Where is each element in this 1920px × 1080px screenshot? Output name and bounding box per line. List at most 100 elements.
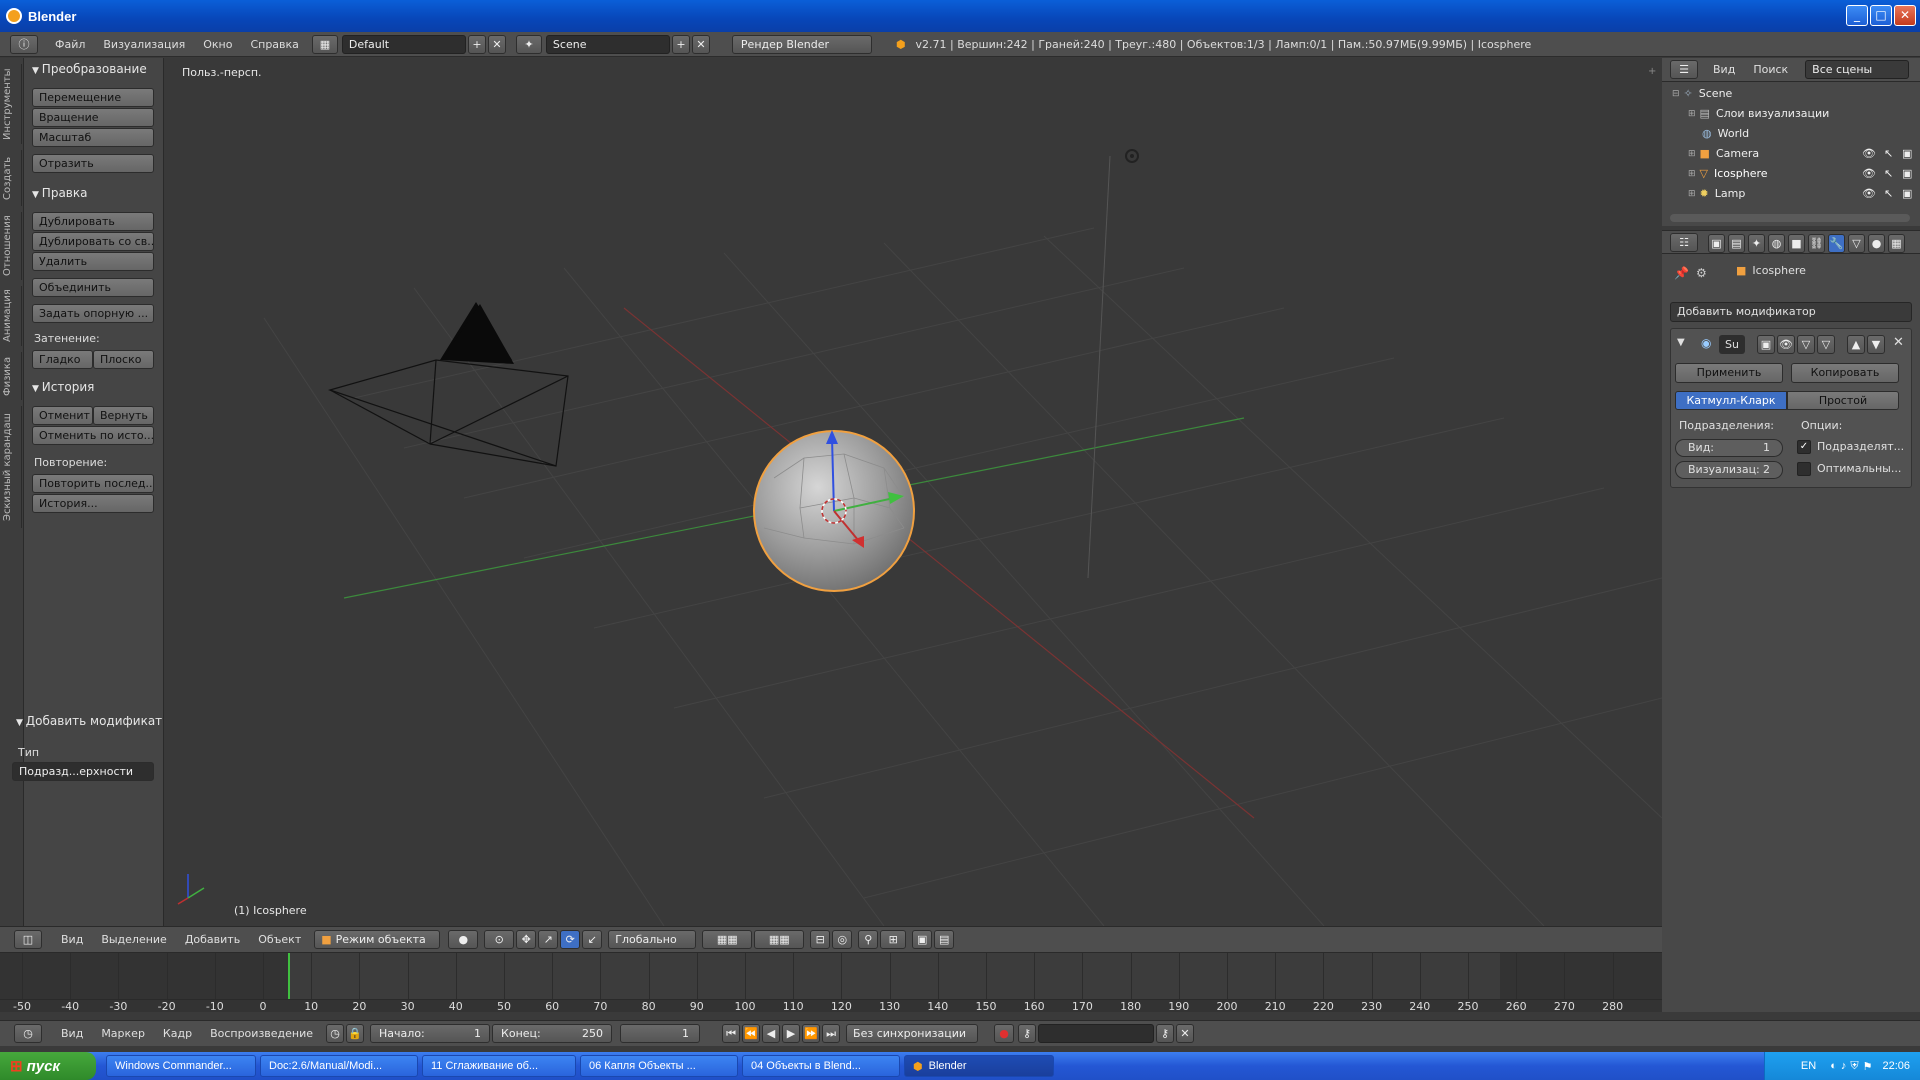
remove-modifier-icon[interactable]: ✕ bbox=[1893, 335, 1904, 350]
layers-grid-2[interactable]: ▦▦ bbox=[754, 930, 805, 949]
timeline-menu-frame[interactable]: Кадр bbox=[154, 1027, 201, 1040]
panel-history-title[interactable]: История bbox=[32, 380, 95, 394]
insert-keyframe-icon[interactable]: ⚷ bbox=[1156, 1024, 1175, 1043]
subdivide-uvs-checkbox[interactable]: ✓ bbox=[1797, 440, 1811, 454]
duplicate-button[interactable]: Дублировать bbox=[32, 212, 154, 231]
outliner-editor-icon[interactable]: ☰ bbox=[1670, 60, 1698, 79]
data-tab-icon[interactable]: ▽ bbox=[1848, 234, 1865, 253]
timeline-menu-marker[interactable]: Маркер bbox=[92, 1027, 154, 1040]
tray-app-icon[interactable]: ⚑ bbox=[1863, 1060, 1873, 1073]
scene-remove-icon[interactable]: ✕ bbox=[691, 34, 710, 54]
optimal-display-checkbox[interactable] bbox=[1797, 462, 1811, 476]
viewport-canvas[interactable] bbox=[164, 58, 1662, 926]
undo-button[interactable]: Отменит bbox=[32, 406, 93, 425]
menu-file[interactable]: Файл bbox=[46, 38, 94, 51]
translate-button[interactable]: Перемещение bbox=[32, 88, 154, 107]
tray-network-icon[interactable]: ◐ bbox=[1830, 1060, 1837, 1072]
start-button[interactable]: ⊞ пуск bbox=[0, 1052, 96, 1080]
tab-grease-pencil[interactable]: Эскизный карандаш bbox=[2, 406, 22, 528]
scene-icon[interactable]: ✦ bbox=[515, 34, 542, 54]
taskbar-item-blender[interactable]: ⬢ Blender bbox=[904, 1055, 1054, 1077]
delete-keyframe-icon[interactable]: ✕ bbox=[1176, 1024, 1195, 1043]
jump-prev-key-icon[interactable]: ⏪ bbox=[742, 1024, 761, 1043]
mode-select[interactable]: ■ Режим объекта bbox=[314, 930, 441, 949]
close-button[interactable]: ✕ bbox=[1894, 5, 1916, 26]
tray-sound-icon[interactable]: ♪ bbox=[1841, 1060, 1847, 1072]
set-origin-button[interactable]: Задать опорную ... bbox=[32, 304, 154, 323]
orientation-select[interactable]: Глобально bbox=[608, 930, 697, 949]
expand-icon[interactable]: ⊞ bbox=[1688, 169, 1696, 179]
play-reverse-icon[interactable]: ◀ bbox=[762, 1024, 781, 1043]
expand-icon[interactable]: ⊞ bbox=[1688, 109, 1696, 119]
scene-field[interactable]: Scene bbox=[545, 34, 670, 54]
layer-lock-icon[interactable]: ⊟ bbox=[810, 930, 831, 949]
outliner-item-icosphere[interactable]: ⊞ ▽ Icosphere 👁 ↖ ▣ bbox=[1662, 164, 1920, 183]
modifier-type-select[interactable]: Подразд...ерхности bbox=[12, 762, 154, 781]
show-render-icon[interactable]: ▣ bbox=[1757, 335, 1775, 354]
3d-viewport[interactable]: Польз.-персп. (1) Icosphere + bbox=[164, 58, 1662, 926]
visibility-eye-icon[interactable]: 👁 bbox=[1862, 187, 1876, 200]
object-tab-icon[interactable]: ■ bbox=[1788, 234, 1805, 253]
proportional-edit-icon[interactable]: ◎ bbox=[832, 930, 853, 949]
move-down-icon[interactable]: ▼ bbox=[1867, 335, 1885, 354]
menu-help[interactable]: Справка bbox=[241, 38, 307, 51]
rotate-manipulator[interactable]: ⟳ bbox=[560, 930, 581, 949]
flat-button[interactable]: Плоско bbox=[93, 350, 154, 369]
show-editmode-icon[interactable]: ▽ bbox=[1797, 335, 1815, 354]
layers-grid-1[interactable]: ▦▦ bbox=[702, 930, 753, 949]
outliner-menu-search[interactable]: Поиск bbox=[1744, 63, 1797, 76]
maximize-button[interactable]: □ bbox=[1870, 5, 1892, 26]
taskbar-item-commander[interactable]: Windows Commander... bbox=[106, 1055, 256, 1077]
undo-history-button[interactable]: Отменить по исто... bbox=[32, 426, 154, 445]
minimize-button[interactable]: _ bbox=[1846, 5, 1868, 26]
layout-add-icon[interactable]: + bbox=[467, 34, 486, 54]
auto-keying-icon[interactable]: ● bbox=[994, 1024, 1015, 1043]
scene-add-icon[interactable]: + bbox=[671, 34, 690, 54]
mirror-button[interactable]: Отразить bbox=[32, 154, 154, 173]
view3d-menu-view[interactable]: Вид bbox=[52, 933, 92, 946]
start-frame-field[interactable]: Начало: 1 bbox=[370, 1024, 491, 1043]
outliner-filter-select[interactable]: Все сцены bbox=[1805, 60, 1910, 79]
redo-button[interactable]: Вернуть bbox=[93, 406, 154, 425]
rotate-button[interactable]: Вращение bbox=[32, 108, 154, 127]
add-modifier-select[interactable]: Добавить модификатор bbox=[1670, 302, 1912, 322]
catmull-clark-toggle[interactable]: Катмулл-Кларк bbox=[1675, 391, 1787, 410]
timeline-editor-icon[interactable]: ◷ bbox=[14, 1024, 42, 1043]
menu-render[interactable]: Визуализация bbox=[94, 38, 194, 51]
join-button[interactable]: Объединить bbox=[32, 278, 154, 297]
show-cage-icon[interactable]: ▽ bbox=[1817, 335, 1835, 354]
history-button[interactable]: История... bbox=[32, 494, 154, 513]
opengl-anim-icon[interactable]: ▤ bbox=[934, 930, 955, 949]
panel-operator-title[interactable]: Добавить модификат bbox=[16, 714, 166, 728]
apply-button[interactable]: Применить bbox=[1675, 363, 1783, 383]
repeat-last-button[interactable]: Повторить послед... bbox=[32, 474, 154, 493]
snap-toggle-icon[interactable]: ⚲ bbox=[858, 930, 879, 949]
taskbar-item-objects[interactable]: 04 Объекты в Blend... bbox=[742, 1055, 900, 1077]
properties-editor-icon[interactable]: ☷ bbox=[1670, 233, 1698, 252]
timeline-menu-playback[interactable]: Воспроизведение bbox=[201, 1027, 322, 1040]
material-tab-icon[interactable]: ● bbox=[1868, 234, 1885, 253]
simple-toggle[interactable]: Простой bbox=[1787, 391, 1899, 410]
select-arrow-icon[interactable]: ↖ bbox=[1884, 167, 1893, 180]
jump-next-key-icon[interactable]: ⏩ bbox=[802, 1024, 821, 1043]
tab-physics[interactable]: Физика bbox=[2, 352, 22, 400]
smooth-button[interactable]: Гладко bbox=[32, 350, 93, 369]
move-up-icon[interactable]: ▲ bbox=[1847, 335, 1865, 354]
tab-create[interactable]: Создать bbox=[2, 150, 22, 206]
modifier-collapse-icon[interactable]: ▼ bbox=[1677, 337, 1685, 348]
copy-button[interactable]: Копировать bbox=[1791, 363, 1899, 383]
viewport-corner-plus[interactable]: + bbox=[1648, 66, 1658, 77]
world-tab-icon[interactable]: ◍ bbox=[1768, 234, 1785, 253]
layout-remove-icon[interactable]: ✕ bbox=[487, 34, 506, 54]
outliner-item-lamp[interactable]: ⊞ ✹ Lamp 👁 ↖ ▣ bbox=[1662, 184, 1920, 203]
outliner-item-scene[interactable]: ⊟ ✧ Scene bbox=[1662, 84, 1920, 103]
layout-field[interactable]: Default bbox=[341, 34, 466, 54]
render-camera-icon[interactable]: ▣ bbox=[1902, 167, 1912, 180]
pin-icon[interactable]: 📌 bbox=[1674, 266, 1689, 280]
expand-icon[interactable]: ⊞ bbox=[1688, 149, 1696, 159]
keying-set-icon[interactable]: ⚷ bbox=[1018, 1024, 1037, 1043]
snap-element-icon[interactable]: ⊞ bbox=[880, 930, 907, 949]
duplicate-linked-button[interactable]: Дублировать со св... bbox=[32, 232, 154, 251]
visibility-eye-icon[interactable]: 👁 bbox=[1862, 147, 1876, 160]
view3d-menu-object[interactable]: Объект bbox=[249, 933, 310, 946]
